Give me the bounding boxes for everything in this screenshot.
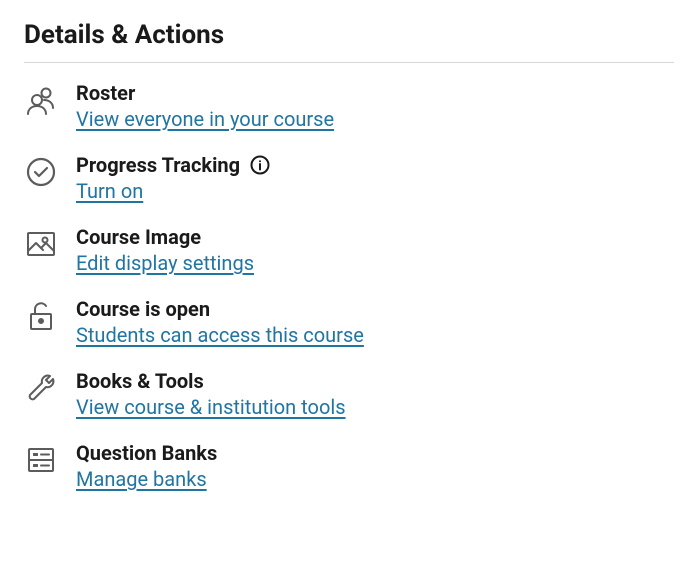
info-icon[interactable] <box>250 155 270 175</box>
image-icon <box>24 227 58 261</box>
course-access-link[interactable]: Students can access this course <box>76 323 364 347</box>
item-title: Course Image <box>76 225 201 249</box>
item-course-open: Course is open Students can access this … <box>24 297 674 347</box>
wrench-icon <box>24 371 58 405</box>
question-bank-icon <box>24 443 58 477</box>
item-roster: Roster View everyone in your course <box>24 81 674 131</box>
item-title: Books & Tools <box>76 369 204 393</box>
item-progress-tracking: Progress Tracking Turn on <box>24 153 674 203</box>
item-title: Question Banks <box>76 441 217 465</box>
books-tools-link[interactable]: View course & institution tools <box>76 395 346 419</box>
item-title: Progress Tracking <box>76 153 240 177</box>
unlock-icon <box>24 299 58 333</box>
check-circle-icon <box>24 155 58 189</box>
course-image-link[interactable]: Edit display settings <box>76 251 254 275</box>
item-question-banks: Question Banks Manage banks <box>24 441 674 491</box>
question-banks-link[interactable]: Manage banks <box>76 467 207 491</box>
item-course-image: Course Image Edit display settings <box>24 225 674 275</box>
item-title: Course is open <box>76 297 210 321</box>
progress-tracking-link[interactable]: Turn on <box>76 179 143 203</box>
page-title: Details & Actions <box>24 20 674 63</box>
roster-link[interactable]: View everyone in your course <box>76 107 334 131</box>
people-icon <box>24 83 58 117</box>
item-books-tools: Books & Tools View course & institution … <box>24 369 674 419</box>
details-actions-list: Roster View everyone in your course Prog… <box>24 81 674 491</box>
item-title: Roster <box>76 81 135 105</box>
